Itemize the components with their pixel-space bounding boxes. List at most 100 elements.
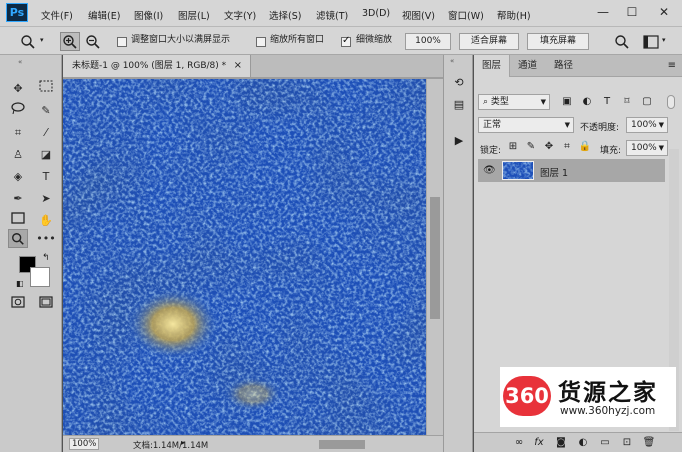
- new-group-icon[interactable]: ▭: [598, 436, 612, 450]
- layer-row[interactable]: 👁 图层 1: [478, 159, 665, 182]
- tab-channels[interactable]: 通道: [510, 55, 545, 77]
- quick-mask-icon[interactable]: [8, 295, 28, 314]
- document-size-info[interactable]: 文档:1.14M/1.14M: [133, 439, 208, 451]
- actions-panel-icon[interactable]: ▶: [449, 131, 469, 151]
- zoom-tool-preset-icon[interactable]: [18, 32, 38, 51]
- eraser-tool-icon[interactable]: ◪: [36, 145, 56, 164]
- horizontal-scroll-thumb[interactable]: [319, 440, 365, 449]
- screen-mode-icon[interactable]: [36, 295, 56, 314]
- menu-image[interactable]: 图像(I): [134, 8, 163, 22]
- history-panel-icon[interactable]: ⟲: [449, 73, 469, 93]
- adjustment-layer-icon[interactable]: ◐: [576, 436, 590, 450]
- options-bar: ▾ 调整窗口大小以满屏显示 缩放所有窗口 细微缩放 100% 适合屏幕 填充屏幕…: [0, 27, 682, 55]
- opacity-field[interactable]: 100% ▼: [626, 117, 668, 133]
- filter-toggle-switch[interactable]: [667, 95, 675, 109]
- menu-file[interactable]: 文件(F): [41, 8, 73, 22]
- lock-image-icon[interactable]: ✎: [524, 140, 538, 154]
- layer-style-fx-icon[interactable]: fx: [532, 436, 546, 450]
- hand-tool-icon[interactable]: ✋: [36, 211, 56, 230]
- quick-selection-tool-icon[interactable]: ✎: [36, 101, 56, 120]
- panel-menu-icon[interactable]: ≡: [668, 60, 676, 71]
- opacity-value: 100%: [631, 120, 657, 130]
- fit-screen-button[interactable]: 适合屏幕: [459, 33, 519, 50]
- tools-collapse-icon[interactable]: «: [18, 58, 22, 66]
- menu-filter[interactable]: 滤镜(T): [316, 8, 348, 22]
- lock-artboard-icon[interactable]: ⌗: [560, 140, 574, 154]
- layer-filter-select[interactable]: ⌕ 类型 ▼: [478, 94, 550, 110]
- menu-layer[interactable]: 图层(L): [178, 8, 210, 22]
- document-tab-title: 未标题-1 @ 100% (图层 1, RGB/8) *: [72, 61, 227, 71]
- crop-tool-icon[interactable]: ⌗: [8, 123, 28, 142]
- lock-position-icon[interactable]: ✥: [542, 140, 556, 154]
- layer-name[interactable]: 图层 1: [540, 165, 568, 179]
- menu-view[interactable]: 视图(V): [402, 8, 435, 22]
- tab-paths[interactable]: 路径: [546, 55, 581, 77]
- filter-adjustment-icon[interactable]: ◐: [580, 95, 594, 109]
- menu-help[interactable]: 帮助(H): [497, 8, 531, 22]
- filter-chevron-icon: ▼: [540, 98, 546, 106]
- type-tool-icon[interactable]: T: [36, 167, 56, 186]
- pen-tool-icon[interactable]: ✒: [8, 189, 28, 208]
- fill-value: 100%: [631, 143, 657, 153]
- workspace-switcher-icon[interactable]: [641, 32, 661, 51]
- menu-edit[interactable]: 编辑(E): [88, 8, 120, 22]
- close-window-button[interactable]: ✕: [652, 2, 676, 22]
- move-tool-icon[interactable]: ✥: [8, 79, 28, 98]
- lock-transparent-icon[interactable]: ⊞: [506, 140, 520, 154]
- zoom-tool-icon[interactable]: [8, 229, 28, 248]
- default-colors-icon[interactable]: ◧: [16, 279, 24, 288]
- more-tools-icon[interactable]: •••: [36, 229, 56, 248]
- workspace-chevron-icon[interactable]: ▾: [662, 33, 666, 50]
- swap-colors-icon[interactable]: ↰: [42, 253, 50, 263]
- minimize-button[interactable]: —: [591, 2, 615, 22]
- maximize-button[interactable]: ☐: [620, 2, 644, 22]
- marquee-tool-icon[interactable]: [36, 79, 56, 98]
- menu-select[interactable]: 选择(S): [269, 8, 301, 22]
- vertical-scroll-thumb[interactable]: [430, 197, 440, 319]
- fill-screen-button[interactable]: 填充屏幕: [527, 33, 589, 50]
- close-document-icon[interactable]: ×: [234, 55, 242, 77]
- path-selection-tool-icon[interactable]: ➤: [36, 189, 56, 208]
- filter-pixel-icon[interactable]: ▣: [560, 95, 574, 109]
- document-tab[interactable]: 未标题-1 @ 100% (图层 1, RGB/8) * ×: [63, 55, 251, 77]
- canvas[interactable]: [63, 79, 426, 435]
- lock-all-icon[interactable]: 🔒: [578, 140, 592, 154]
- filter-type-icon[interactable]: T: [600, 95, 614, 109]
- blend-chevron-icon: ▼: [564, 121, 570, 129]
- blend-mode-select[interactable]: 正常 ▼: [478, 117, 574, 133]
- stamp-tool-icon[interactable]: ♙: [8, 145, 28, 164]
- eyedropper-tool-icon[interactable]: ⁄: [36, 123, 56, 142]
- preset-chevron-icon[interactable]: ▾: [40, 33, 44, 50]
- zoom-out-icon[interactable]: [83, 32, 103, 51]
- tools-panel: « ✥ ✎ ⌗ ⁄ ♙ ◪ ◈ T ✒ ➤ ✋ ••• ↰ ◧: [0, 55, 62, 452]
- menu-type[interactable]: 文字(Y): [224, 8, 256, 22]
- delete-layer-icon[interactable]: 🗑: [642, 436, 656, 450]
- background-color-swatch[interactable]: [30, 267, 50, 287]
- search-icon[interactable]: [612, 32, 632, 51]
- zoom-in-icon[interactable]: [60, 32, 80, 51]
- paint-bucket-tool-icon[interactable]: ◈: [8, 167, 28, 186]
- vertical-scrollbar[interactable]: [426, 79, 443, 435]
- menu-window[interactable]: 窗口(W): [448, 8, 484, 22]
- rectangle-tool-icon[interactable]: [8, 211, 28, 230]
- canvas-image: [63, 79, 426, 435]
- layer-visibility-eye-icon[interactable]: 👁: [483, 165, 496, 176]
- fill-field[interactable]: 100% ▼: [626, 140, 668, 156]
- layers-panel-footer: ∞ fx ◙ ◐ ▭ ⊡ 🗑: [474, 432, 682, 452]
- properties-panel-icon[interactable]: ▤: [449, 95, 469, 115]
- status-arrow-icon[interactable]: ▸: [181, 438, 185, 447]
- dock-expand-icon[interactable]: «: [450, 57, 454, 65]
- scrubby-zoom-checkbox[interactable]: [341, 35, 351, 47]
- zoom-100-button[interactable]: 100%: [405, 33, 451, 50]
- filter-smart-object-icon[interactable]: ▢: [640, 95, 654, 109]
- zoom-level-field[interactable]: 100%: [69, 438, 99, 450]
- link-layers-icon[interactable]: ∞: [512, 436, 526, 450]
- zoom-all-windows-checkbox[interactable]: [256, 37, 266, 47]
- tab-layers[interactable]: 图层: [474, 55, 511, 77]
- add-mask-icon[interactable]: ◙: [554, 436, 568, 450]
- filter-shape-icon[interactable]: ⌑: [620, 95, 634, 109]
- lasso-tool-icon[interactable]: [8, 101, 28, 120]
- new-layer-icon[interactable]: ⊡: [620, 436, 634, 450]
- fit-window-checkbox[interactable]: [117, 37, 127, 47]
- menu-3d[interactable]: 3D(D): [362, 8, 390, 19]
